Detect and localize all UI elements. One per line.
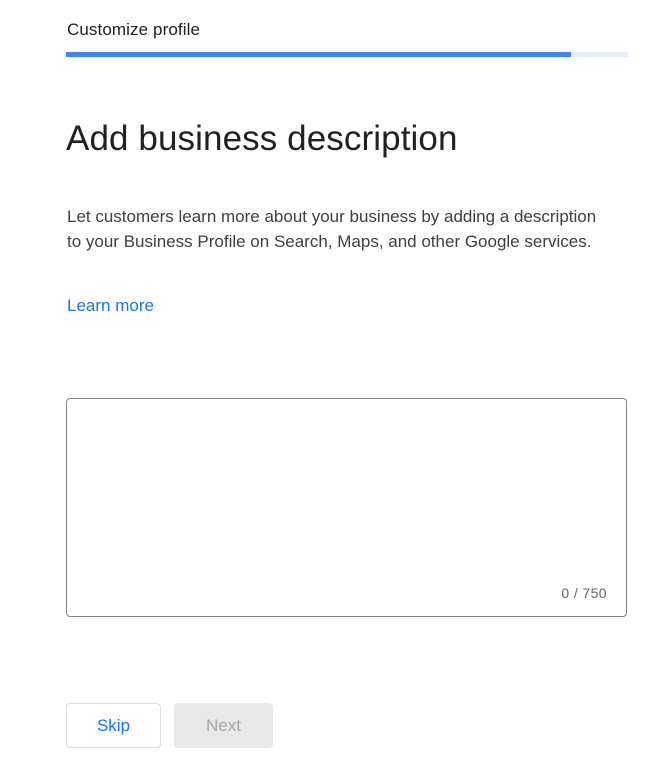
next-button[interactable]: Next: [174, 703, 273, 748]
character-counter: 0 / 750: [561, 585, 607, 601]
progress-bar: [66, 52, 628, 57]
skip-button[interactable]: Skip: [66, 703, 161, 748]
learn-more-link[interactable]: Learn more: [67, 296, 154, 316]
business-description-input[interactable]: [67, 399, 626, 616]
step-title: Customize profile: [67, 20, 201, 39]
page-description: Let customers learn more about your busi…: [67, 207, 597, 251]
progress-bar-fill: [66, 52, 571, 57]
business-description-field: 0 / 750: [66, 398, 627, 617]
page-title: Add business description: [66, 119, 458, 158]
